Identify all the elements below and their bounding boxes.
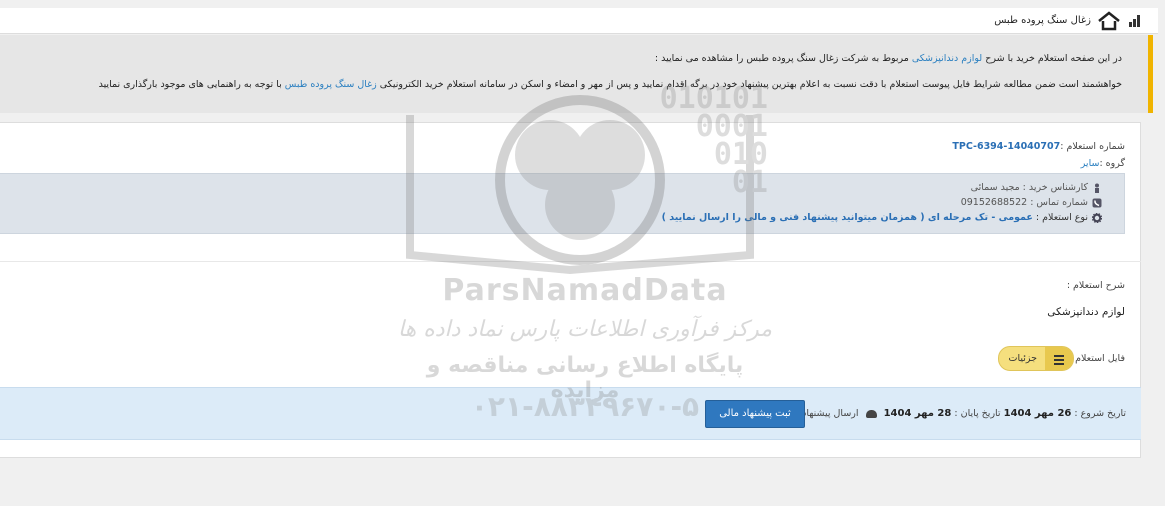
description-label: شرح استعلام :: [1066, 280, 1125, 291]
phone-row: شماره تماس : 09152688522: [961, 197, 1102, 208]
bar-chart-icon: [1128, 15, 1140, 27]
start-date: 26 مهر 1404: [1003, 408, 1072, 419]
phone-text: شماره تماس : 09152688522: [960, 197, 1088, 208]
intro-text: با توجه به راهنمایی های موجود بارگذاری ن…: [98, 79, 285, 90]
end-date: 28 مهر 1404: [883, 408, 952, 419]
type-value: عمومی - تک مرحله ای ( همزمان میتوانید پی…: [661, 212, 1033, 223]
contact-box: کارشناس خرید : مجید سمائی شماره تماس : 0…: [0, 173, 1125, 234]
intro-panel: در این صفحه استعلام خرید با شرح لوازم دن…: [0, 35, 1153, 113]
inquiry-number: شماره استعلام :TPC-6394-14040707: [952, 141, 1125, 152]
intro-text: مربوط به شرکت زغال سنگ پروده طبس را مشاه…: [654, 53, 912, 64]
footer-bar: تاریخ شروع : 26 مهر 1404 تاریخ پایان : 2…: [0, 387, 1141, 440]
home-icon[interactable]: [1097, 11, 1121, 31]
description-value: لوازم دندانپزشکی: [1047, 306, 1125, 318]
start-label: تاریخ شروع :: [1074, 408, 1126, 419]
page-title: زغال سنگ پروده طبس: [994, 15, 1091, 26]
company-link[interactable]: زغال سنگ پروده طبس: [285, 79, 377, 90]
cloud-upload-icon: [865, 409, 877, 418]
details-button[interactable]: جزئیات: [998, 346, 1074, 371]
inquiry-card: شماره استعلام :TPC-6394-14040707 گروه :س…: [0, 122, 1141, 458]
list-icon: [1045, 347, 1073, 370]
intro-text: در این صفحه استعلام خرید با شرح: [982, 53, 1122, 64]
send-label: ارسال پیشنهاد :: [795, 408, 859, 419]
user-icon: [1092, 183, 1102, 193]
submit-financial-offer-button[interactable]: ثبت پیشنهاد مالی: [705, 400, 805, 428]
group-label: گروه :: [1099, 158, 1125, 169]
details-label: جزئیات: [1008, 353, 1037, 364]
type-row: نوع استعلام : عمومی - تک مرحله ای ( همزم…: [662, 212, 1103, 224]
inquiry-number-value: TPC-6394-14040707: [952, 141, 1061, 152]
divider: [0, 261, 1141, 262]
end-label: تاریخ پایان :: [954, 408, 1001, 419]
intro-text: خواهشمند است ضمن مطالعه شرایط فایل پیوست…: [376, 79, 1122, 90]
intro-line-2: خواهشمند است ضمن مطالعه شرایط فایل پیوست…: [99, 79, 1122, 90]
phone-icon: [1092, 198, 1102, 208]
date-row: تاریخ شروع : 26 مهر 1404 تاریخ پایان : 2…: [796, 408, 1126, 419]
type-label: نوع استعلام :: [1032, 212, 1088, 223]
inquiry-number-label: شماره استعلام :: [1060, 141, 1125, 152]
expert-row: کارشناس خرید : مجید سمائی: [971, 182, 1102, 193]
top-bar: زغال سنگ پروده طبس: [0, 8, 1158, 34]
expert-text: کارشناس خرید : مجید سمائی: [970, 182, 1088, 193]
gear-icon: [1091, 212, 1103, 224]
type-text: نوع استعلام : عمومی - تک مرحله ای ( همزم…: [662, 212, 1088, 223]
item-link[interactable]: لوازم دندانپزشکی: [912, 53, 982, 64]
inquiry-group: گروه :سایر: [1081, 158, 1125, 169]
group-link[interactable]: سایر: [1081, 158, 1100, 169]
intro-line-1: در این صفحه استعلام خرید با شرح لوازم دن…: [655, 53, 1122, 64]
